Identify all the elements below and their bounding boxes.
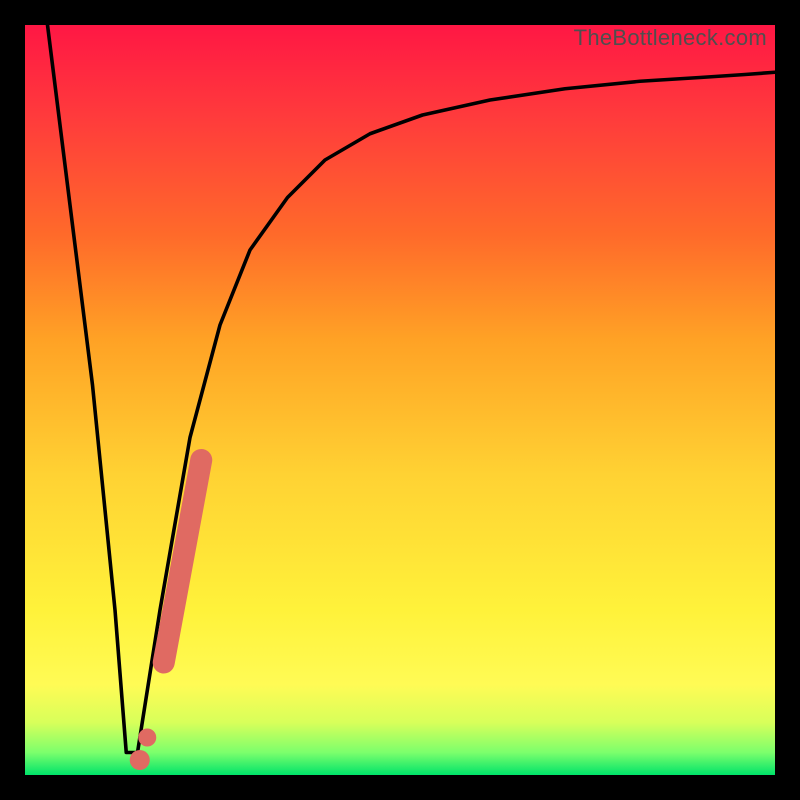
chart-svg — [25, 25, 775, 775]
plot-area: TheBottleneck.com — [25, 25, 775, 775]
chart-frame: TheBottleneck.com — [0, 0, 800, 800]
highlight-dot-a — [130, 750, 150, 770]
highlight-dot-b — [138, 729, 156, 747]
